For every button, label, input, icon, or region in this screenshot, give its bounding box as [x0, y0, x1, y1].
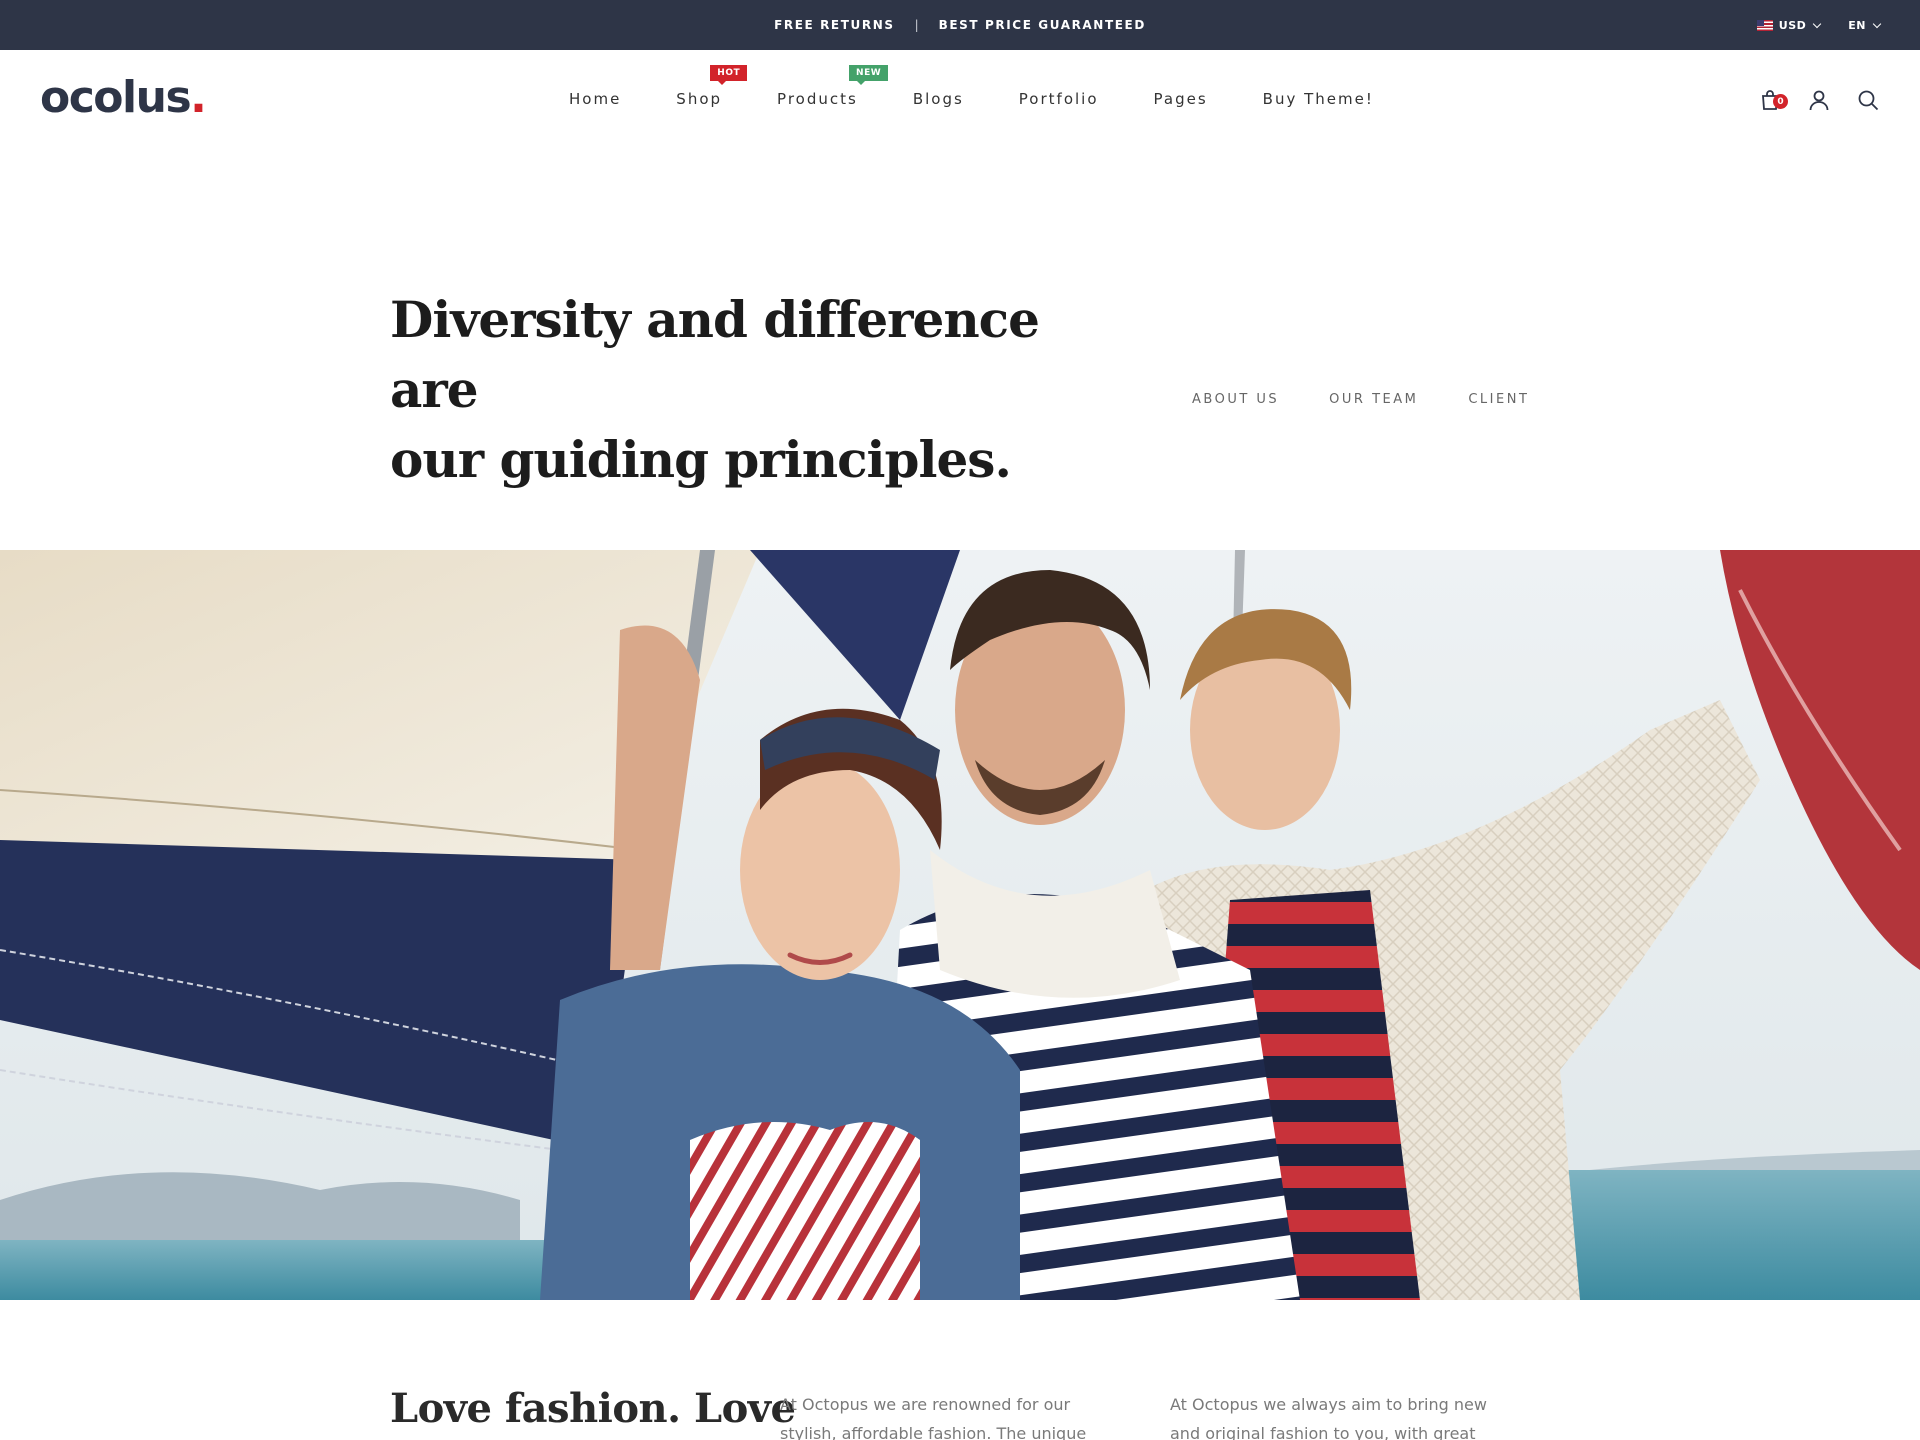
nav-label: Pages [1153, 90, 1208, 108]
currency-selector[interactable]: USD [1756, 18, 1822, 32]
intro-paragraph-1: At Octopus we are renowned for our styli… [780, 1395, 1087, 1440]
language-selector[interactable]: EN [1848, 18, 1882, 32]
subnav-our-team[interactable]: OUR TEAM [1329, 392, 1418, 407]
nav-label: Home [569, 90, 622, 108]
nav-label: Buy Theme! [1262, 90, 1374, 108]
page-title: Diversity and difference are our guiding… [390, 285, 1090, 495]
search-icon [1858, 90, 1879, 111]
currency-label: USD [1778, 18, 1807, 32]
user-icon [1809, 90, 1829, 111]
section-heading: Love fashion. Love [390, 1385, 796, 1432]
promo-strip: FREE RETURNS | BEST PRICE GUARANTEED [0, 0, 1920, 50]
promo-separator: | [914, 18, 919, 32]
hot-badge: HOT [710, 65, 748, 85]
cart-count-badge: 0 [1773, 94, 1788, 109]
hero-photo [0, 550, 1920, 1300]
site-logo[interactable]: ocolus. [40, 72, 207, 123]
title-line-2: our guiding principles. [390, 430, 1012, 489]
nav-label: Shop [676, 90, 723, 108]
about-subnav: ABOUT US OUR TEAM CLIENT [1192, 392, 1529, 407]
nav-item-blogs[interactable]: Blogs [913, 90, 964, 108]
search-button[interactable] [1856, 88, 1880, 112]
site-header: ocolus. Home HOT Shop NEW Products Blogs… [0, 50, 1920, 150]
logo-dot: . [190, 72, 207, 123]
title-line-1: Diversity and difference are [390, 290, 1040, 419]
cart-button[interactable]: 0 [1758, 88, 1788, 112]
logo-text: ocolus [40, 72, 192, 123]
nav-label: Blogs [912, 90, 964, 108]
header-actions: 0 [1758, 88, 1880, 112]
nav-label: Products [777, 90, 858, 108]
chevron-down-icon [1813, 19, 1822, 28]
nav-item-pages[interactable]: Pages [1154, 90, 1208, 108]
topbar-selectors: USD EN [1756, 0, 1882, 50]
subnav-about-us[interactable]: ABOUT US [1192, 392, 1279, 407]
nav-item-home[interactable]: Home [569, 90, 621, 108]
subnav-client[interactable]: CLIENT [1468, 392, 1529, 407]
chevron-down-icon [1872, 19, 1882, 28]
nav-item-products[interactable]: NEW Products [777, 65, 889, 108]
nav-item-shop[interactable]: HOT Shop [676, 65, 748, 108]
top-announcement-bar: FREE RETURNS | BEST PRICE GUARANTEED USD… [0, 0, 1920, 50]
account-button[interactable] [1807, 88, 1831, 112]
nav-item-portfolio[interactable]: Portfolio [1019, 90, 1099, 108]
nav-item-buy-theme[interactable]: Buy Theme! [1263, 90, 1374, 108]
best-price-text: BEST PRICE GUARANTEED [938, 18, 1146, 32]
language-label: EN [1848, 18, 1866, 32]
main-nav: Home HOT Shop NEW Products Blogs Portfol… [569, 65, 1374, 108]
intro-paragraph-2: At Octopus we always aim to bring new an… [1170, 1395, 1487, 1440]
nav-label: Portfolio [1018, 90, 1099, 108]
new-badge: NEW [849, 65, 889, 85]
free-returns-text: FREE RETURNS [774, 18, 895, 32]
us-flag-icon [1756, 19, 1773, 31]
